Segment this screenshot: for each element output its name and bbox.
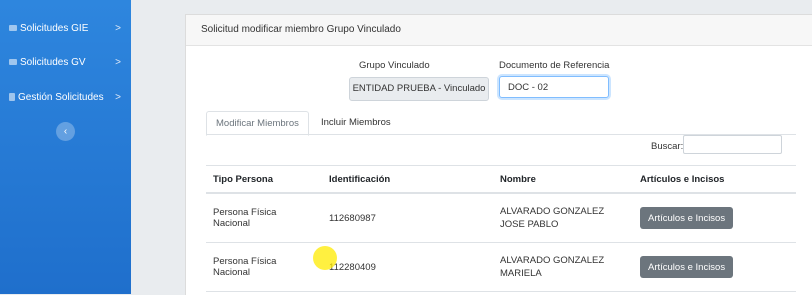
table-header-row: Tipo Persona Identificación Nombre Artíc… <box>206 165 796 194</box>
grupo-vinculado-label: Grupo Vinculado <box>359 60 430 71</box>
articulos-incisos-button[interactable]: Artículos e Incisos <box>640 256 734 278</box>
members-table: Tipo Persona Identificación Nombre Artíc… <box>206 165 796 292</box>
cell-articulos: Artículos e Incisos <box>633 193 796 243</box>
document-icon <box>9 93 15 101</box>
sidebar-item-label: Gestión Solicitudes <box>18 91 104 103</box>
cell-identificacion: 112280409 <box>322 242 493 292</box>
grupo-vinculado-field: ENTIDAD PRUEBA - Vinculado <box>349 77 489 101</box>
sidebar-item-solicitudes-gie[interactable]: Solicitudes GIE > <box>0 18 131 38</box>
search-input[interactable] <box>683 135 782 154</box>
sidebar-item-gestion-solicitudes[interactable]: Gestión Solicitudes > <box>0 87 131 107</box>
chevron-right-icon: > <box>115 91 121 103</box>
column-header-identificacion[interactable]: Identificación <box>322 165 493 194</box>
table-row: Persona Física Nacional 112280409 ALVARA… <box>206 242 796 292</box>
documento-referencia-input[interactable] <box>499 76 609 98</box>
card-title: Solicitud modificar miembro Grupo Vincul… <box>186 15 812 46</box>
folder-icon <box>9 25 17 31</box>
cell-nombre: ALVARADO GONZALEZ JOSE PABLO <box>493 193 633 243</box>
cell-tipo-persona: Persona Física Nacional <box>206 193 322 243</box>
cell-identificacion: 112680987 <box>322 193 493 243</box>
search-label: Buscar: <box>651 141 684 152</box>
cell-articulos: Artículos e Incisos <box>633 242 796 292</box>
folder-icon <box>9 59 17 65</box>
table-row: Persona Física Nacional 112680987 ALVARA… <box>206 193 796 243</box>
column-header-tipo-persona[interactable]: Tipo Persona <box>206 165 322 194</box>
tab-modificar-miembros[interactable]: Modificar Miembros <box>206 111 309 136</box>
sidebar-item-solicitudes-gv[interactable]: Solicitudes GV > <box>0 52 131 72</box>
column-header-nombre[interactable]: Nombre <box>493 165 633 194</box>
sidebar: Solicitudes GIE > Solicitudes GV > Gesti… <box>0 0 131 294</box>
sidebar-collapse-button[interactable]: ‹ <box>56 122 75 141</box>
chevron-right-icon: > <box>115 56 121 68</box>
request-card: Solicitud modificar miembro Grupo Vincul… <box>185 14 812 295</box>
cursor-highlight <box>313 246 337 270</box>
sidebar-item-label: Solicitudes GV <box>20 56 86 68</box>
cell-tipo-persona: Persona Física Nacional <box>206 242 322 292</box>
articulos-incisos-button[interactable]: Artículos e Incisos <box>640 207 734 229</box>
sidebar-item-label: Solicitudes GIE <box>20 22 89 34</box>
column-header-articulos[interactable]: Artículos e Incisos <box>633 165 796 194</box>
chevron-right-icon: > <box>115 22 121 34</box>
documento-referencia-label: Documento de Referencia <box>499 60 610 71</box>
tab-incluir-miembros[interactable]: Incluir Miembros <box>312 111 400 134</box>
cell-nombre: ALVARADO GONZALEZ MARIELA <box>493 242 633 292</box>
